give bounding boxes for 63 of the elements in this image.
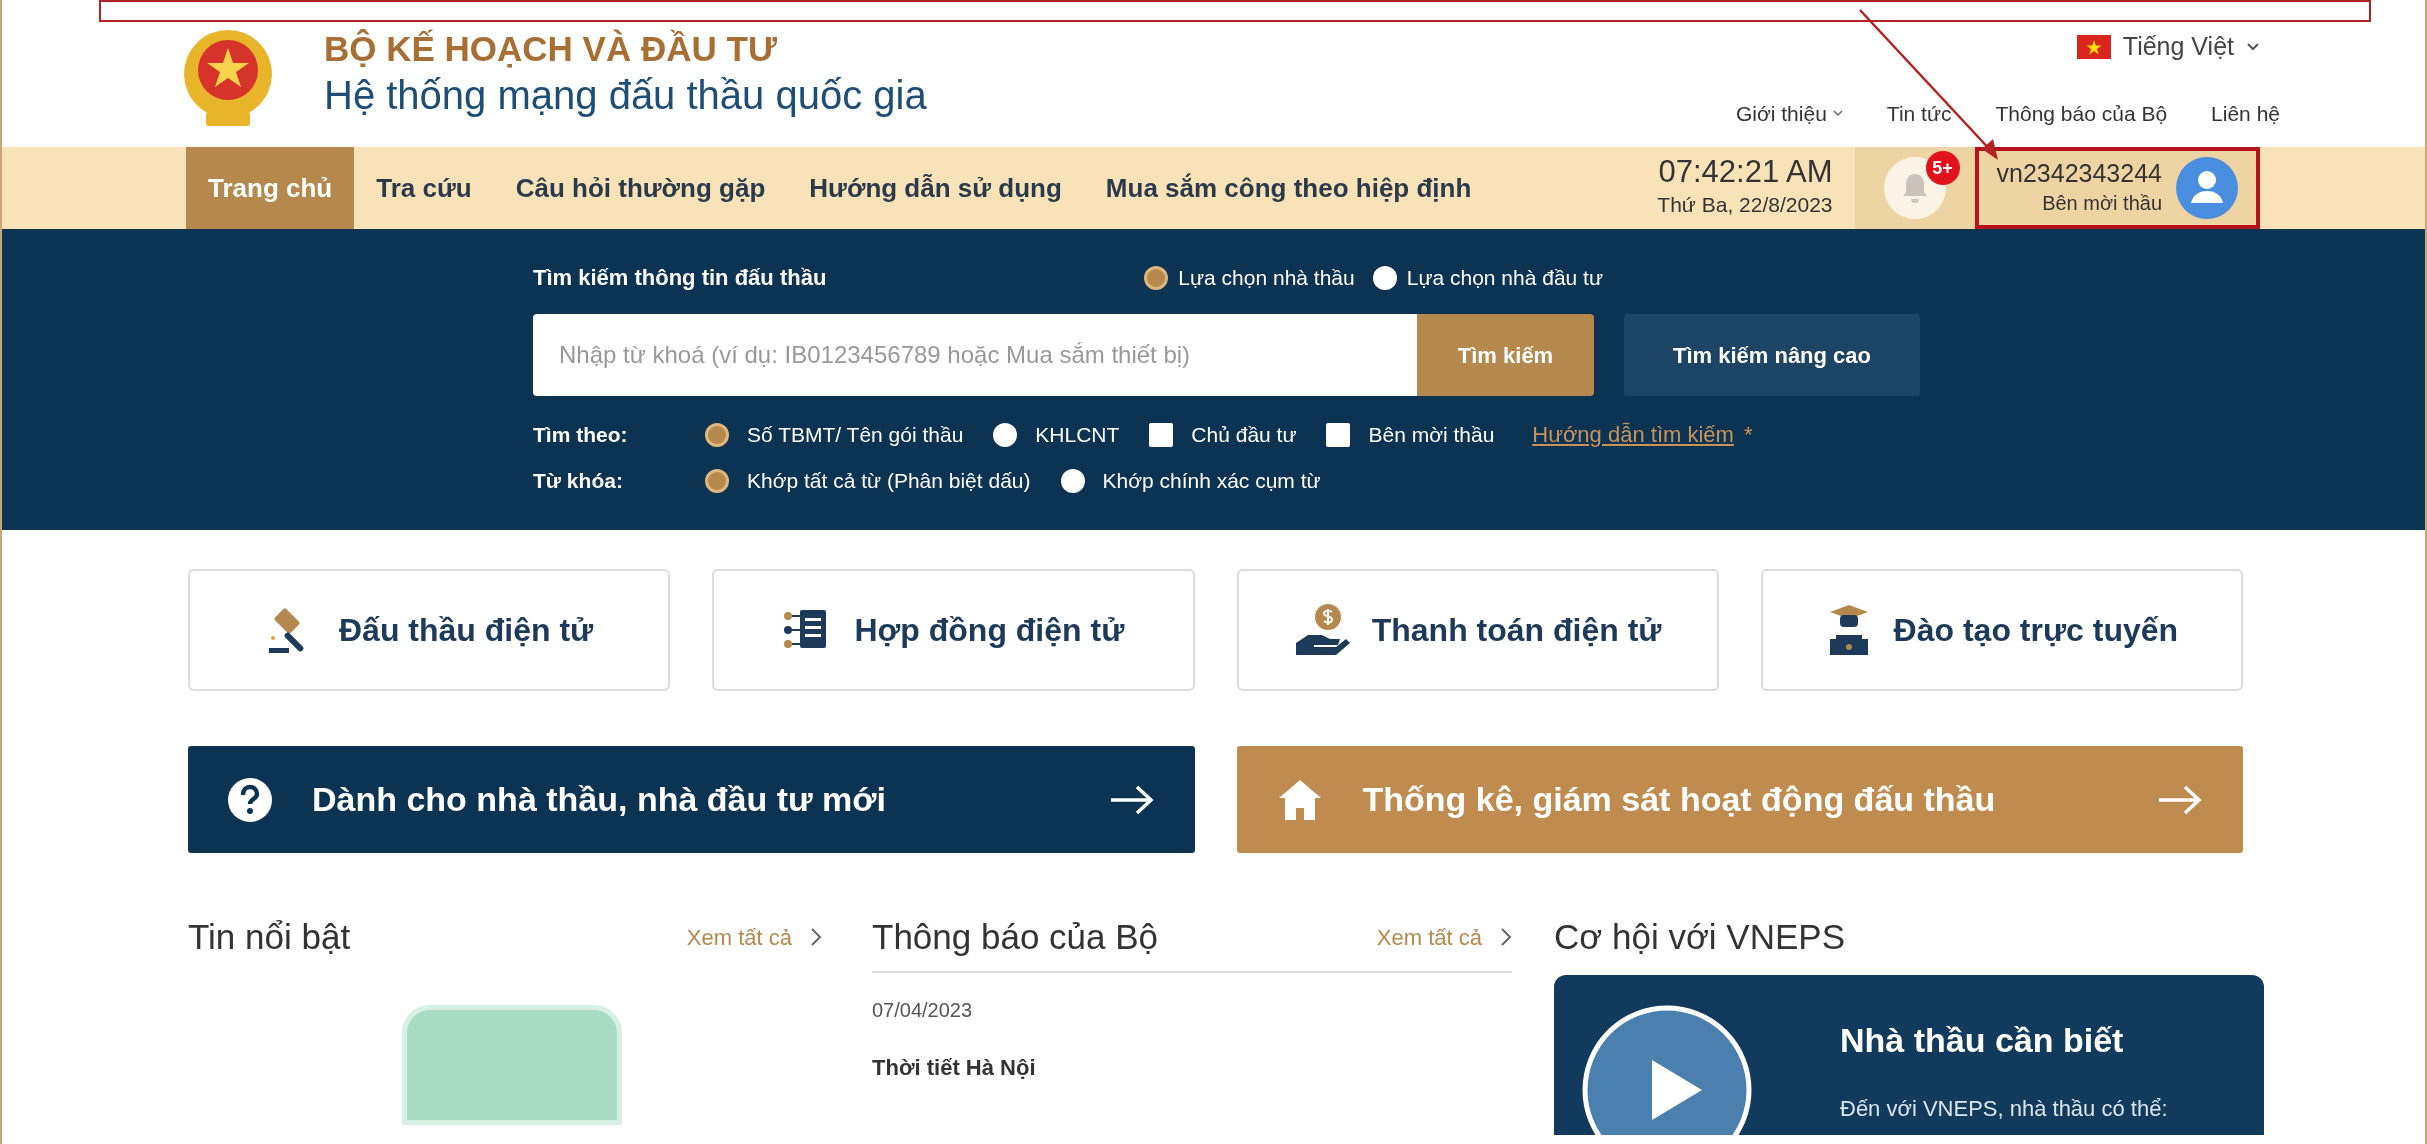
- filter-label: Tìm theo:: [533, 421, 629, 448]
- header-link[interactable]: Giới thiệu: [1736, 97, 1843, 129]
- nav-tab[interactable]: Câu hỏi thường gặp: [493, 147, 788, 229]
- checkbox[interactable]: [1326, 422, 1351, 447]
- arrow-right-icon: [1108, 783, 1155, 816]
- section-title: Tin nổi bật: [188, 915, 351, 958]
- option-label: Khớp chính xác cụm từ: [1102, 468, 1321, 494]
- language-selector[interactable]: Tiếng Việt: [2076, 28, 2260, 66]
- radio-button[interactable]: [1372, 265, 1397, 290]
- search-title: Tìm kiếm thông tin đấu thầu: [533, 264, 827, 292]
- chevron-right-icon: [810, 927, 822, 947]
- agency-name: BỘ KẾ HOẠCH VÀ ĐẦU TƯ: [324, 28, 778, 70]
- user-account[interactable]: vn2342343244 Bên mời thầu: [1974, 147, 2260, 229]
- header-link[interactable]: Liên hệ: [2211, 97, 2280, 129]
- user-role: Bên mời thầu: [2042, 191, 2162, 216]
- play-icon: [1582, 1005, 1752, 1135]
- option-label: Chủ đầu tư: [1191, 421, 1297, 448]
- service-card[interactable]: Thanh toán điện tử: [1236, 569, 1719, 691]
- user-id: vn2342343244: [1996, 158, 2162, 188]
- chevron-down-icon: [1832, 109, 1843, 118]
- option-label: Bên mời thầu: [1368, 421, 1495, 448]
- service-card[interactable]: Đào tạo trực tuyến: [1760, 569, 2243, 691]
- radio-label: Lựa chọn nhà thầu: [1178, 264, 1355, 291]
- card-text: Đến với VNEPS, nhà thầu có thể:: [1840, 1095, 2168, 1123]
- option-label: Khớp tất cả từ (Phân biệt dấu): [747, 468, 1031, 494]
- nav-tab[interactable]: Hướng dẫn sử dụng: [787, 147, 1084, 229]
- banner-link[interactable]: Dành cho nhà thầu, nhà đầu tư mới: [188, 746, 1195, 853]
- nav-tab[interactable]: Tra cứu: [354, 147, 494, 229]
- radio-button[interactable]: [705, 422, 729, 447]
- radio-button[interactable]: [1060, 468, 1085, 493]
- section-title: Cơ hội với VNEPS: [1554, 915, 1845, 958]
- header-link[interactable]: Tin tức: [1886, 97, 1952, 129]
- arrow-right-icon: [2157, 783, 2203, 816]
- chevron-down-icon: [2246, 41, 2260, 52]
- option-label: Số TBMT/ Tên gói thầu: [747, 421, 964, 448]
- advanced-search-button[interactable]: Tìm kiếm nâng cao: [1624, 314, 1920, 396]
- avatar-icon: [2176, 157, 2238, 219]
- header-link[interactable]: Thông báo của Bộ: [1995, 97, 2168, 129]
- clock-time: 07:42:21 AM: [1658, 155, 1833, 190]
- hand-coin-icon: [1293, 603, 1350, 657]
- radio-label: Lựa chọn nhà đầu tư: [1406, 264, 1603, 291]
- radio-button[interactable]: [1144, 265, 1169, 290]
- notice-link[interactable]: Thời tiết Hà Nội: [872, 1051, 1512, 1084]
- clock-date: Thứ Ba, 22/8/2023: [1657, 192, 1833, 219]
- section-title: Thông báo của Bộ: [872, 915, 1159, 958]
- search-help-link[interactable]: Hướng dẫn tìm kiếm: [1532, 418, 1734, 451]
- checkbox[interactable]: [1149, 422, 1174, 447]
- chevron-right-icon: [1500, 927, 1512, 947]
- flag-icon: [2076, 34, 2111, 59]
- card-heading: Nhà thầu cần biết: [1840, 1020, 2125, 1061]
- radio-button[interactable]: [993, 422, 1018, 447]
- required-mark: *: [1743, 421, 1753, 449]
- notice-date: 07/04/2023: [872, 998, 974, 1023]
- filter-label: Từ khóa:: [533, 468, 624, 494]
- question-icon: [228, 777, 272, 822]
- service-card[interactable]: Đấu thầu điện tử: [188, 569, 671, 691]
- system-name: Hệ thống mạng đấu thầu quốc gia: [324, 72, 927, 119]
- option-label: KHLCNT: [1035, 421, 1120, 448]
- notification-badge: 5+: [1925, 151, 1960, 185]
- nav-tab[interactable]: Mua sắm công theo hiệp định: [1083, 147, 1494, 229]
- search-field[interactable]: Nhập từ khoá (ví dụ: IB0123456789 hoặc Mua sắm thiết bị): [533, 314, 1417, 396]
- radio-button[interactable]: [705, 468, 729, 493]
- service-card[interactable]: Hợp đồng điện tử: [712, 569, 1195, 691]
